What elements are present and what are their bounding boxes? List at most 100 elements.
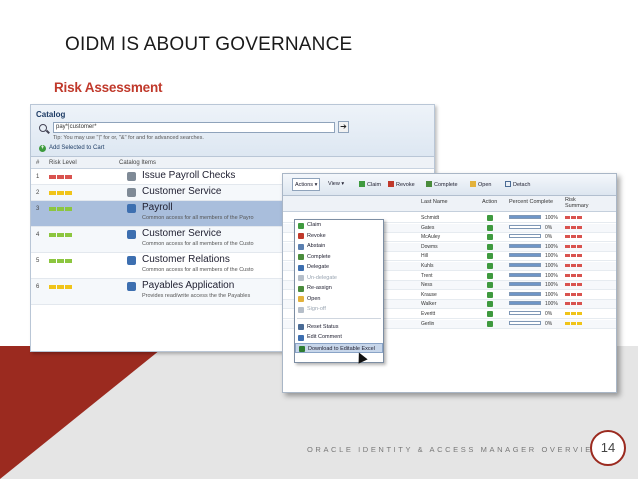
claim-label: Claim [367,182,382,188]
risk-bar [571,216,576,219]
catalog-table-header: # Risk Level Catalog Items [31,157,434,169]
detach-label: Detach [513,182,531,188]
risk-bar [577,302,582,306]
risk-summary [565,225,582,229]
progress-bar [509,253,541,258]
search-go-button[interactable]: ➔ [338,121,349,133]
menu-item-signoff: Sign-off [295,304,383,315]
menu-item-revoke[interactable]: Revoke [295,231,383,242]
progress-bar [509,263,541,267]
action-icon[interactable] [487,291,493,298]
risk-summary [565,254,582,258]
search-tip: Tip: You may use "|" for or, "&" for and… [53,135,204,141]
actions-menu-button[interactable]: Actions ▾ [292,178,320,191]
revoke-button[interactable]: Revoke [388,181,415,188]
catalog-item-name[interactable]: Customer Service [142,186,221,197]
catalog-item-name[interactable]: Customer Relations [142,254,230,265]
risk-level-indicator [49,191,72,195]
catalog-item-name[interactable]: Issue Payroll Checks [142,170,235,181]
risk-bar [65,175,72,179]
detach-button[interactable]: Detach [505,181,530,188]
progress-bar [509,311,541,315]
action-icon[interactable] [487,311,493,317]
revoke-label: Revoke [396,182,415,188]
menu-separator [297,317,381,319]
percent-cell: 100% [545,291,558,298]
catalog-search-input[interactable]: pay*|customer* [53,122,335,133]
delegate-icon [298,264,304,271]
menu-item-claim[interactable]: Claim [295,220,383,231]
col-percent-complete: Percent Complete [509,199,554,205]
add-selected-to-cart-button[interactable]: + Add Selected to Cart [39,145,104,152]
action-icon[interactable] [487,243,493,250]
toolbar: Actions ▾ View ▾ Claim Revoke Complete O… [283,174,616,196]
risk-bar [57,259,64,263]
last-name-cell: Ness [421,282,433,289]
row-number: 1 [36,174,40,180]
complete-icon [426,181,432,187]
catalog-item-name[interactable]: Customer Service [142,228,221,239]
risk-bar [565,283,570,287]
row-number: 6 [36,284,40,290]
menu-item-reset[interactable]: Reset Status [295,322,383,333]
role-icon [127,230,136,239]
slide: OIDM IS ABOUT GOVERNANCE Risk Assessment… [0,0,638,479]
risk-bar [577,283,582,287]
progress-bar [509,301,541,306]
progress-bar [509,282,541,287]
slide-subtitle: Risk Assessment [54,80,163,95]
action-icon[interactable] [487,224,493,231]
percent-cell: 100% [545,253,558,260]
action-icon[interactable] [487,282,493,289]
percent-cell: 100% [545,282,558,289]
action-icon[interactable] [487,234,493,241]
risk-summary [565,273,582,277]
risk-summary [565,264,582,267]
risk-bar [571,273,576,277]
action-icon[interactable] [487,253,493,260]
search-icon [39,124,47,132]
progress-fill [510,264,540,266]
risk-bar [565,302,570,306]
menu-item-label: Download to Editable Excel [308,345,375,352]
catalog-item-desc: Common access for all members of the Pay… [142,215,254,221]
catalog-item-name[interactable]: Payables Application [142,280,234,291]
menu-item-excel[interactable]: Download to Editable Excel [295,342,383,353]
catalog-item-name[interactable]: Payroll [142,202,173,213]
risk-bar [577,244,582,248]
risk-bar [57,191,64,195]
action-icon[interactable] [487,320,493,327]
action-icon[interactable] [487,263,493,269]
risk-bar [565,264,570,267]
signoff-icon [298,306,304,313]
menu-item-delegate[interactable]: Delegate [295,262,383,273]
last-name-cell: Trent [421,272,433,279]
menu-item-label: Delegate [307,264,330,270]
action-icon[interactable] [487,215,493,221]
menu-item-reassign[interactable]: Re-assign [295,283,383,294]
menu-item-abstain[interactable]: Abstain [295,241,383,252]
progress-fill [510,292,540,295]
claim-button[interactable]: Claim [359,181,381,188]
folder-icon [470,181,476,187]
complete-button[interactable]: Complete [426,181,458,188]
risk-level-indicator [49,175,72,179]
menu-item-open[interactable]: Open [295,294,383,305]
action-icon[interactable] [487,272,493,279]
revoke-icon [388,181,394,187]
menu-item-comment[interactable]: Edit Comment [295,332,383,343]
action-icon[interactable] [487,301,493,308]
percent-cell: 100% [545,272,558,279]
abstain-icon [298,243,304,250]
entitlement-icon [127,172,136,181]
row-number: 5 [36,258,40,264]
menu-item-label: Complete [307,253,331,260]
menu-item-label: Revoke [307,232,326,239]
risk-bar [57,285,64,289]
excel-icon [299,346,305,352]
open-button[interactable]: Open [470,181,491,188]
view-menu-button[interactable]: View ▾ [328,181,344,187]
risk-level-indicator [49,233,72,237]
menu-item-label: Abstain [307,243,326,249]
menu-item-complete[interactable]: Complete [295,252,383,263]
